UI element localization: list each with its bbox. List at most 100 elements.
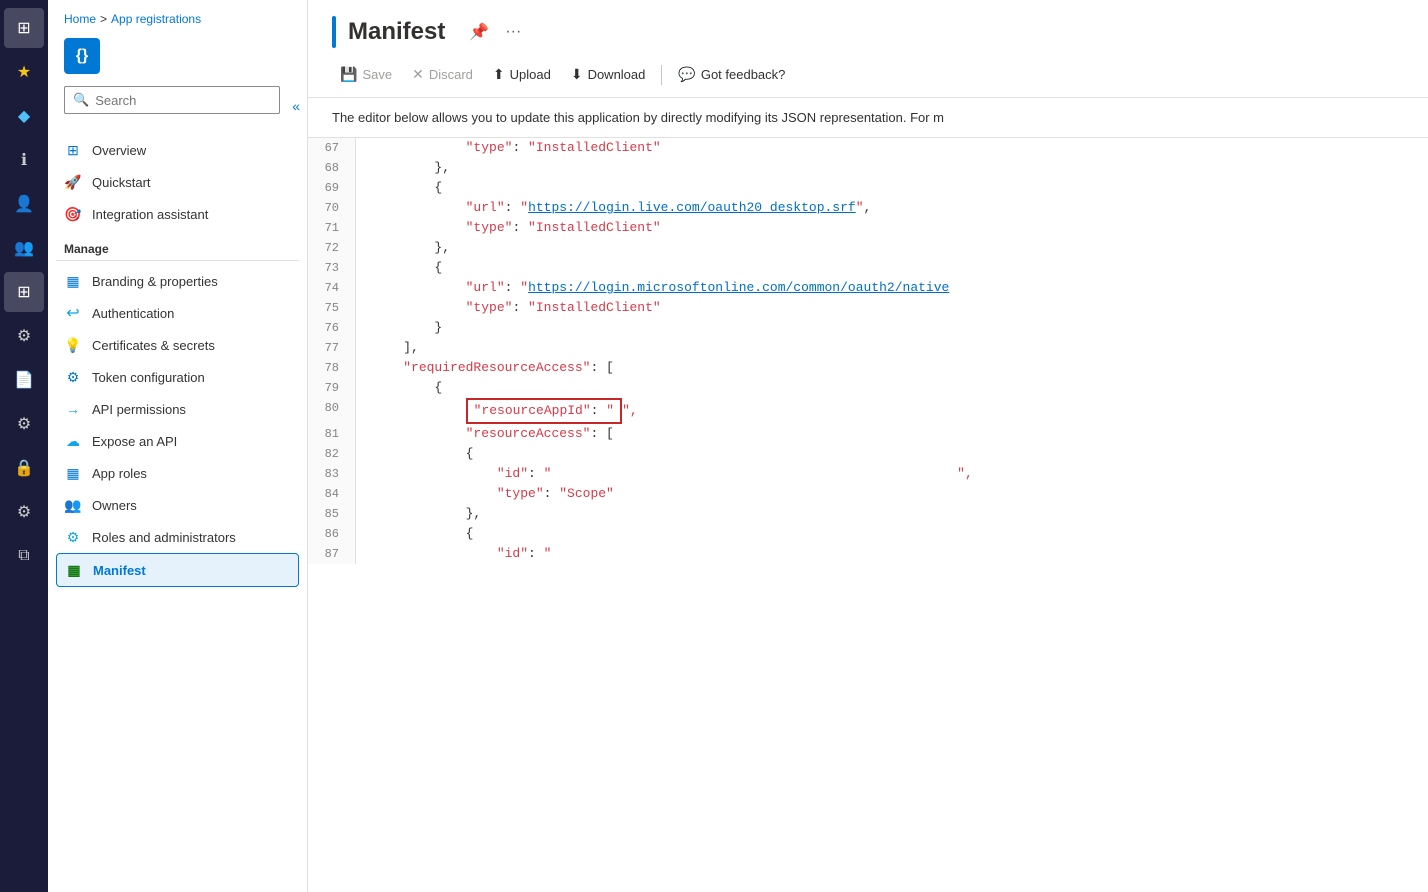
line-number: 77 <box>308 338 356 358</box>
sidebar: Home > App registrations {} 🔍 « ⊞ Overvi… <box>48 0 308 892</box>
feedback-button[interactable]: 💬 Got feedback? <box>670 60 793 89</box>
integration-icon: 🎯 <box>64 205 82 223</box>
group-nav-icon[interactable]: 👥 <box>4 228 44 268</box>
line-number: 78 <box>308 358 356 378</box>
sidebar-item-owners[interactable]: 👥 Owners <box>56 489 299 521</box>
discard-button[interactable]: ✕ Discard <box>404 60 481 89</box>
sidebar-item-overview[interactable]: ⊞ Overview <box>56 134 299 166</box>
more-button[interactable]: ··· <box>501 19 525 45</box>
code-editor[interactable]: 67 "type": "InstalledClient" 68 }, 69 { … <box>308 138 1428 892</box>
grid-nav-icon[interactable]: ⊞ <box>4 272 44 312</box>
discard-icon: ✕ <box>412 66 424 83</box>
line-content: "id": " <box>356 544 1428 564</box>
sidebar-item-integration[interactable]: 🎯 Integration assistant <box>56 198 299 230</box>
json-string: "InstalledClient" <box>528 140 661 155</box>
app-icon-symbol: {} <box>76 47 88 65</box>
doc-nav-icon[interactable]: 📄 <box>4 360 44 400</box>
sidebar-item-roles-admin[interactable]: ⚙ Roles and administrators <box>56 521 299 553</box>
breadcrumb-home[interactable]: Home <box>64 12 96 26</box>
sidebar-item-expose-api[interactable]: ☁ Expose an API <box>56 425 299 457</box>
download-icon: ⬇ <box>571 66 583 83</box>
code-line-70: 70 "url": "https://login.live.com/oauth2… <box>308 198 1428 218</box>
recent-nav-icon[interactable]: ◆ <box>4 96 44 136</box>
collapse-sidebar-button[interactable]: « <box>288 96 304 116</box>
sidebar-item-certificates[interactable]: 💡 Certificates & secrets <box>56 329 299 361</box>
line-number: 80 <box>308 398 356 424</box>
pin-button[interactable]: 📌 <box>465 18 493 46</box>
cog-nav-icon[interactable]: ⚙ <box>4 492 44 532</box>
sidebar-item-branding[interactable]: ▦ Branding & properties <box>56 265 299 297</box>
app-roles-icon: ▦ <box>64 464 82 482</box>
json-key: "type" <box>466 300 513 315</box>
line-number: 84 <box>308 484 356 504</box>
expose-icon: ☁ <box>64 432 82 450</box>
line-content: "resourceAccess": [ <box>356 424 1428 444</box>
search-input[interactable] <box>95 93 271 108</box>
code-line-81: 81 "resourceAccess": [ <box>308 424 1428 444</box>
main-header: Manifest 📌 ··· 💾 Save ✕ Discard ⬆ Upload… <box>308 0 1428 98</box>
url-link[interactable]: https://login.live.com/oauth20_desktop.s… <box>528 200 856 215</box>
sidebar-item-label: Quickstart <box>92 175 151 190</box>
manage-label: Manage <box>56 230 299 261</box>
sidebar-item-api-permissions[interactable]: → API permissions <box>56 393 299 425</box>
code-line-72: 72 }, <box>308 238 1428 258</box>
code-line-83: 83 "id": " ", <box>308 464 1428 484</box>
page-title-row: Manifest 📌 ··· <box>332 16 1404 48</box>
info-nav-icon[interactable]: ℹ <box>4 140 44 180</box>
line-number: 69 <box>308 178 356 198</box>
download-button[interactable]: ⬇ Download <box>563 60 654 89</box>
code-line-76: 76 } <box>308 318 1428 338</box>
copy-nav-icon[interactable]: ⧉ <box>4 536 44 576</box>
line-number: 81 <box>308 424 356 444</box>
json-string: "Scope" <box>559 486 614 501</box>
breadcrumb-separator: > <box>100 12 107 26</box>
page-title-bar <box>332 16 336 48</box>
line-content: "url": "https://login.microsoftonline.co… <box>356 278 1428 298</box>
sidebar-item-token-config[interactable]: ⚙ Token configuration <box>56 361 299 393</box>
sidebar-item-label: App roles <box>92 466 147 481</box>
line-content: { <box>356 524 1428 544</box>
icon-bar: ⊞ ★ ◆ ℹ 👤 👥 ⊞ ⚙ 📄 ⚙ 🔒 ⚙ ⧉ <box>0 0 48 892</box>
sidebar-item-label: Manifest <box>93 563 146 578</box>
line-content: ], <box>356 338 1428 358</box>
line-content: } <box>356 318 1428 338</box>
json-key: "id" <box>497 466 528 481</box>
user-nav-icon[interactable]: 👤 <box>4 184 44 224</box>
breadcrumb-app-registrations[interactable]: App registrations <box>111 12 201 26</box>
upload-icon: ⬆ <box>493 66 505 83</box>
code-line-74: 74 "url": "https://login.microsoftonline… <box>308 278 1428 298</box>
sidebar-item-authentication[interactable]: ↩ Authentication <box>56 297 299 329</box>
json-key: "requiredResourceAccess" <box>403 360 590 375</box>
code-line-87: 87 "id": " <box>308 544 1428 564</box>
code-line-73: 73 { <box>308 258 1428 278</box>
line-content: "type": "InstalledClient" <box>356 218 1428 238</box>
save-button[interactable]: 💾 Save <box>332 60 400 89</box>
json-string: " <box>544 466 552 481</box>
sidebar-top: Home > App registrations {} 🔍 « <box>48 0 307 134</box>
code-line-71: 71 "type": "InstalledClient" <box>308 218 1428 238</box>
line-content: "type": "InstalledClient" <box>356 298 1428 318</box>
main-content: Manifest 📌 ··· 💾 Save ✕ Discard ⬆ Upload… <box>308 0 1428 892</box>
sidebar-item-quickstart[interactable]: 🚀 Quickstart <box>56 166 299 198</box>
manifest-icon: ▦ <box>65 561 83 579</box>
home-nav-icon[interactable]: ⊞ <box>4 8 44 48</box>
json-string: "InstalledClient" <box>528 220 661 235</box>
url-link[interactable]: https://login.microsoftonline.com/common… <box>528 280 949 295</box>
line-content: { <box>356 258 1428 278</box>
code-line-82: 82 { <box>308 444 1428 464</box>
line-content: { <box>356 178 1428 198</box>
feedback-icon: 💬 <box>678 66 695 83</box>
roles-admin-icon: ⚙ <box>64 528 82 546</box>
sidebar-item-manifest[interactable]: ▦ Manifest <box>56 553 299 587</box>
json-key: "resourceAppId" <box>474 403 591 418</box>
json-key: "url" <box>466 200 505 215</box>
roles-nav-icon[interactable]: ⚙ <box>4 316 44 356</box>
upload-button[interactable]: ⬆ Upload <box>485 60 559 89</box>
overview-icon: ⊞ <box>64 141 82 159</box>
line-number: 75 <box>308 298 356 318</box>
line-content: }, <box>356 238 1428 258</box>
lock-nav-icon[interactable]: 🔒 <box>4 448 44 488</box>
settings-nav-icon[interactable]: ⚙ <box>4 404 44 444</box>
sidebar-item-app-roles[interactable]: ▦ App roles <box>56 457 299 489</box>
favorites-nav-icon[interactable]: ★ <box>4 52 44 92</box>
